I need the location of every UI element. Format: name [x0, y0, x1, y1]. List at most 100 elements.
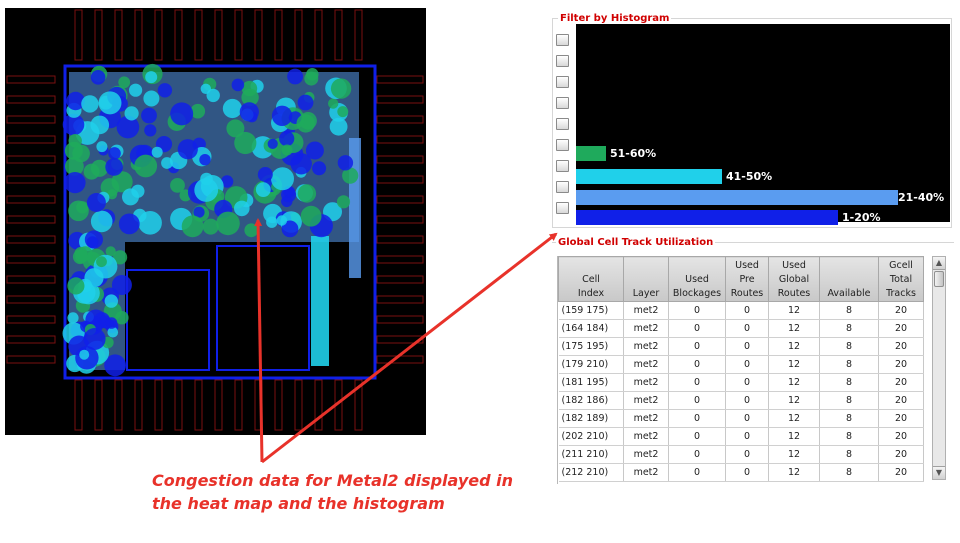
table-cell: 8: [819, 319, 879, 338]
table-row[interactable]: (211 210) met2 0 0 12 8 20: [558, 445, 924, 464]
column-header-text: Index: [577, 288, 605, 299]
utilization-table-viewport[interactable]: Cell Index Layer Used Blockages Used Pre Routes…: [557, 256, 930, 484]
column-header-text: Blockages: [672, 288, 722, 299]
table-cell: 8: [819, 391, 879, 410]
histogram-bar-label: 41-50%: [726, 170, 773, 183]
bottom-pin: [354, 379, 363, 431]
right-pin: [376, 155, 424, 164]
table-cell: 12: [768, 445, 820, 464]
histogram-filter-checkbox[interactable]: [556, 55, 569, 67]
table-row[interactable]: (164 184) met2 0 0 12 8 20: [558, 319, 924, 338]
table-row[interactable]: (182 189) met2 0 0 12 8 20: [558, 409, 924, 428]
table-cell: 8: [819, 463, 879, 482]
table-cell: met2: [623, 301, 669, 320]
column-header-text: Routes: [730, 288, 764, 299]
congestion-blob: [84, 268, 104, 288]
table-scrollbar[interactable]: ▲ ▼: [932, 256, 946, 480]
top-pin: [114, 9, 123, 61]
congestion-blob: [177, 139, 198, 160]
bottom-pin: [174, 379, 183, 431]
table-column-header[interactable]: Used Blockages: [668, 256, 726, 302]
table-row[interactable]: (202 210) met2 0 0 12 8 20: [558, 427, 924, 446]
congestion-blob: [105, 158, 123, 176]
scroll-down-arrow-icon[interactable]: ▼: [933, 466, 945, 479]
top-pin: [74, 9, 83, 61]
congestion-blob: [279, 131, 295, 147]
table-row[interactable]: (159 175) met2 0 0 12 8 20: [558, 301, 924, 320]
table-cell: 0: [725, 463, 769, 482]
heat-map-canvas: [6, 9, 424, 431]
table-cell: met2: [623, 391, 669, 410]
top-pin: [174, 9, 183, 61]
histogram-bar[interactable]: [576, 210, 838, 225]
table-column-header[interactable]: Cell Index: [558, 256, 624, 302]
congestion-blob: [300, 205, 322, 227]
table-cell: (181 195): [558, 373, 624, 392]
bottom-pin: [74, 379, 83, 431]
table-cell: 20: [878, 409, 924, 428]
bottom-pin: [154, 379, 163, 431]
congestion-blob: [96, 256, 107, 268]
table-header-row: Cell Index Layer Used Blockages Used Pre Routes…: [558, 256, 924, 302]
table-cell: 0: [668, 355, 726, 374]
table-column-header[interactable]: Used Global Routes: [768, 256, 820, 302]
table-cell: met2: [623, 409, 669, 428]
histogram-bar[interactable]: [576, 190, 898, 205]
congestion-blob: [118, 213, 140, 235]
congestion-blob: [200, 172, 213, 186]
histogram-bar[interactable]: [576, 146, 606, 161]
table-cell: 0: [668, 427, 726, 446]
table-row[interactable]: (179 210) met2 0 0 12 8 20: [558, 355, 924, 374]
top-pin: [254, 9, 263, 61]
table-column-header[interactable]: Layer: [623, 256, 669, 302]
table-row[interactable]: (181 195) met2 0 0 12 8 20: [558, 373, 924, 392]
bottom-pin: [114, 379, 123, 431]
histogram-filter-checkbox[interactable]: [556, 160, 569, 172]
histogram-filter-checkbox[interactable]: [556, 202, 569, 214]
table-row[interactable]: (175 195) met2 0 0 12 8 20: [558, 337, 924, 356]
histogram-bar-label: 1-20%: [842, 211, 881, 224]
column-header-text: Cell: [582, 274, 600, 285]
congestion-blob: [312, 161, 327, 176]
macro-block: [216, 245, 310, 371]
histogram-filter-checkbox[interactable]: [556, 181, 569, 193]
congestion-blob: [157, 83, 173, 98]
bottom-pin: [94, 379, 103, 431]
table-cell: 0: [668, 409, 726, 428]
top-pin: [194, 9, 203, 61]
histogram-filter-checkbox[interactable]: [556, 97, 569, 109]
table-cell: 12: [768, 463, 820, 482]
table-column-header[interactable]: Gcell Total Tracks: [878, 256, 924, 302]
scrollbar-thumb[interactable]: [934, 271, 944, 287]
utilization-table: Cell Index Layer Used Blockages Used Pre Routes…: [558, 256, 924, 482]
congestion-blob: [144, 124, 157, 137]
table-cell: 8: [819, 409, 879, 428]
top-pin: [334, 9, 343, 61]
histogram-filter-checkbox[interactable]: [556, 76, 569, 88]
table-column-header[interactable]: Available: [819, 256, 879, 302]
bottom-pin: [334, 379, 343, 431]
congestion-blob: [74, 246, 88, 260]
congestion-blob: [297, 94, 314, 111]
histogram-filter-checkbox[interactable]: [556, 34, 569, 46]
congestion-blob: [276, 215, 288, 226]
top-pin: [234, 9, 243, 61]
bottom-pin: [194, 379, 203, 431]
column-header-text: Used: [735, 260, 759, 271]
congestion-heat-map[interactable]: [5, 8, 426, 435]
table-row[interactable]: (212 210) met2 0 0 12 8 20: [558, 463, 924, 482]
histogram-filter-checkbox[interactable]: [556, 118, 569, 130]
left-pin: [6, 315, 56, 324]
congestion-blob: [108, 147, 121, 160]
right-pin: [376, 115, 424, 124]
table-column-header[interactable]: Used Pre Routes: [725, 256, 769, 302]
table-cell: met2: [623, 337, 669, 356]
scroll-up-arrow-icon[interactable]: ▲: [933, 257, 945, 270]
table-cell: met2: [623, 355, 669, 374]
congestion-blob: [271, 167, 294, 191]
congestion-blob: [141, 107, 157, 124]
table-row[interactable]: (182 186) met2 0 0 12 8 20: [558, 391, 924, 410]
congestion-blob: [134, 154, 158, 178]
histogram-bar[interactable]: [576, 169, 722, 184]
histogram-filter-checkbox[interactable]: [556, 139, 569, 151]
